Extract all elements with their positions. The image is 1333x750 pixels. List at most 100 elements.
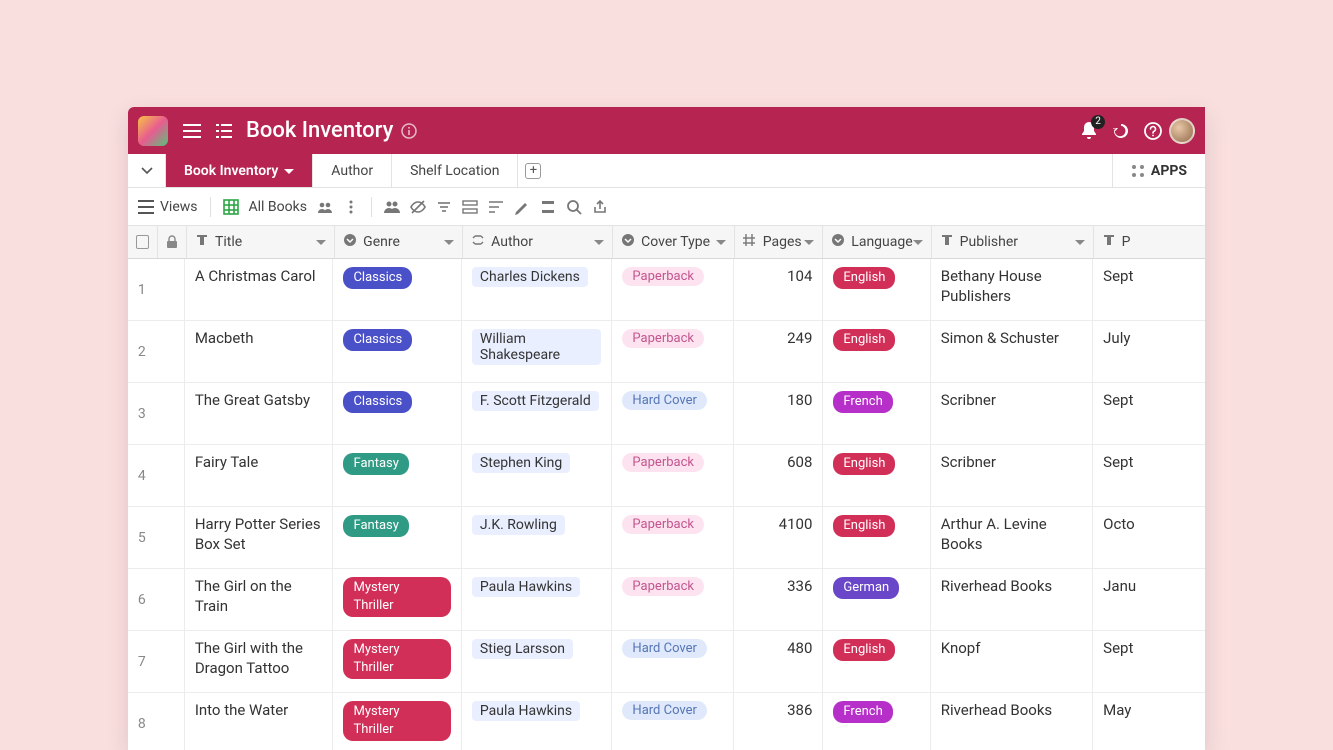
hide-fields-icon[interactable] bbox=[410, 199, 426, 215]
tab-shelf-location[interactable]: Shelf Location bbox=[392, 154, 518, 187]
column-header-cover[interactable]: Cover Type bbox=[613, 226, 735, 258]
cell-pages[interactable]: 386 bbox=[734, 693, 823, 750]
cell-cover-type[interactable]: Hard Cover bbox=[612, 693, 734, 750]
cell-pages[interactable]: 4100 bbox=[734, 507, 823, 568]
app-logo[interactable] bbox=[138, 116, 168, 146]
cell-title[interactable]: The Great Gatsby bbox=[185, 383, 334, 444]
history-icon[interactable] bbox=[1109, 119, 1133, 143]
column-dropdown-icon[interactable] bbox=[316, 234, 326, 250]
cell-language[interactable]: English bbox=[823, 631, 930, 692]
cell-pages[interactable]: 608 bbox=[734, 445, 823, 506]
column-dropdown-icon[interactable] bbox=[716, 234, 726, 250]
cell-cover-type[interactable]: Paperback bbox=[612, 321, 734, 382]
column-header-partial[interactable]: P bbox=[1094, 226, 1205, 258]
cell-publisher[interactable]: Scribner bbox=[931, 383, 1093, 444]
expand-views-button[interactable] bbox=[128, 154, 166, 187]
cell-date[interactable]: Octo bbox=[1093, 507, 1205, 568]
cell-cover-type[interactable]: Hard Cover bbox=[612, 631, 734, 692]
cell-language[interactable]: English bbox=[823, 259, 930, 320]
tab-book-inventory[interactable]: Book Inventory bbox=[166, 154, 313, 187]
list-icon[interactable] bbox=[212, 119, 236, 143]
cell-date[interactable]: Sept bbox=[1093, 259, 1205, 320]
table-row[interactable]: 4Fairy TaleFantasyStephen KingPaperback6… bbox=[128, 445, 1205, 507]
cell-author[interactable]: Stephen King bbox=[462, 445, 613, 506]
group-icon[interactable] bbox=[462, 199, 478, 215]
cell-genre[interactable]: Fantasy bbox=[333, 445, 461, 506]
cell-title[interactable]: Into the Water bbox=[185, 693, 334, 750]
column-header-pages[interactable]: Pages bbox=[735, 226, 824, 258]
table-row[interactable]: 6The Girl on the TrainMystery ThrillerPa… bbox=[128, 569, 1205, 631]
cell-title[interactable]: The Girl with the Dragon Tattoo bbox=[185, 631, 334, 692]
cell-genre[interactable]: Classics bbox=[333, 259, 461, 320]
cell-publisher[interactable]: Riverhead Books bbox=[931, 569, 1093, 630]
cell-cover-type[interactable]: Paperback bbox=[612, 259, 734, 320]
cell-pages[interactable]: 249 bbox=[734, 321, 823, 382]
cell-genre[interactable]: Fantasy bbox=[333, 507, 461, 568]
table-row[interactable]: 2MacbethClassicsWilliam ShakespearePaper… bbox=[128, 321, 1205, 383]
column-dropdown-icon[interactable] bbox=[594, 234, 604, 250]
cell-date[interactable]: Sept bbox=[1093, 631, 1205, 692]
column-dropdown-icon[interactable] bbox=[913, 234, 923, 250]
filter-icon[interactable] bbox=[436, 199, 452, 215]
cell-author[interactable]: Stieg Larsson bbox=[462, 631, 613, 692]
row-height-icon[interactable] bbox=[540, 199, 556, 215]
menu-icon[interactable] bbox=[180, 119, 204, 143]
column-dropdown-icon[interactable] bbox=[804, 234, 814, 250]
cell-pages[interactable]: 480 bbox=[734, 631, 823, 692]
cell-author[interactable]: Paula Hawkins bbox=[462, 569, 613, 630]
column-header-genre[interactable]: Genre bbox=[335, 226, 463, 258]
cell-title[interactable]: A Christmas Carol bbox=[185, 259, 334, 320]
row-expand[interactable] bbox=[156, 259, 185, 320]
table-row[interactable]: 8Into the WaterMystery ThrillerPaula Haw… bbox=[128, 693, 1205, 750]
cell-date[interactable]: May bbox=[1093, 693, 1205, 750]
cell-language[interactable]: English bbox=[823, 507, 930, 568]
cell-author[interactable]: J.K. Rowling bbox=[462, 507, 613, 568]
cell-genre[interactable]: Mystery Thriller bbox=[333, 693, 461, 750]
view-type-icon[interactable] bbox=[223, 199, 239, 215]
cell-pages[interactable]: 336 bbox=[734, 569, 823, 630]
search-icon[interactable] bbox=[566, 199, 582, 215]
column-dropdown-icon[interactable] bbox=[1075, 234, 1085, 250]
cell-publisher[interactable]: Arthur A. Levine Books bbox=[931, 507, 1093, 568]
cell-cover-type[interactable]: Paperback bbox=[612, 445, 734, 506]
more-options-icon[interactable] bbox=[343, 199, 359, 215]
cell-title[interactable]: Macbeth bbox=[185, 321, 334, 382]
cell-title[interactable]: Fairy Tale bbox=[185, 445, 334, 506]
column-header-language[interactable]: Language bbox=[823, 226, 931, 258]
sort-icon[interactable] bbox=[488, 199, 504, 215]
row-expand[interactable] bbox=[156, 693, 185, 750]
color-icon[interactable] bbox=[514, 199, 530, 215]
column-header-publisher[interactable]: Publisher bbox=[932, 226, 1094, 258]
row-expand[interactable] bbox=[156, 569, 185, 630]
cell-publisher[interactable]: Scribner bbox=[931, 445, 1093, 506]
cell-publisher[interactable]: Knopf bbox=[931, 631, 1093, 692]
select-all-checkbox[interactable] bbox=[128, 226, 158, 258]
cell-language[interactable]: English bbox=[823, 321, 930, 382]
avatar[interactable] bbox=[1169, 118, 1195, 144]
table-row[interactable]: 1A Christmas CarolClassicsCharles Dicken… bbox=[128, 259, 1205, 321]
row-expand[interactable] bbox=[156, 445, 185, 506]
collaborators-icon[interactable] bbox=[384, 199, 400, 215]
views-button[interactable]: Views bbox=[138, 199, 198, 215]
cell-language[interactable]: French bbox=[823, 383, 930, 444]
cell-date[interactable]: Sept bbox=[1093, 383, 1205, 444]
cell-language[interactable]: French bbox=[823, 693, 930, 750]
cell-publisher[interactable]: Simon & Schuster bbox=[931, 321, 1093, 382]
cell-genre[interactable]: Mystery Thriller bbox=[333, 631, 461, 692]
cell-title[interactable]: The Girl on the Train bbox=[185, 569, 334, 630]
current-view-name[interactable]: All Books bbox=[249, 199, 307, 215]
cell-author[interactable]: Paula Hawkins bbox=[462, 693, 613, 750]
info-icon[interactable] bbox=[397, 119, 421, 143]
cell-genre[interactable]: Classics bbox=[333, 383, 461, 444]
export-icon[interactable] bbox=[592, 199, 608, 215]
cell-cover-type[interactable]: Paperback bbox=[612, 507, 734, 568]
column-dropdown-icon[interactable] bbox=[444, 234, 454, 250]
row-expand[interactable] bbox=[156, 321, 185, 382]
cell-author[interactable]: William Shakespeare bbox=[462, 321, 613, 382]
cell-genre[interactable]: Mystery Thriller bbox=[333, 569, 461, 630]
cell-date[interactable]: Sept bbox=[1093, 445, 1205, 506]
cell-author[interactable]: F. Scott Fitzgerald bbox=[462, 383, 613, 444]
notifications-button[interactable]: 2 bbox=[1077, 119, 1101, 143]
cell-date[interactable]: July bbox=[1093, 321, 1205, 382]
cell-author[interactable]: Charles Dickens bbox=[462, 259, 613, 320]
